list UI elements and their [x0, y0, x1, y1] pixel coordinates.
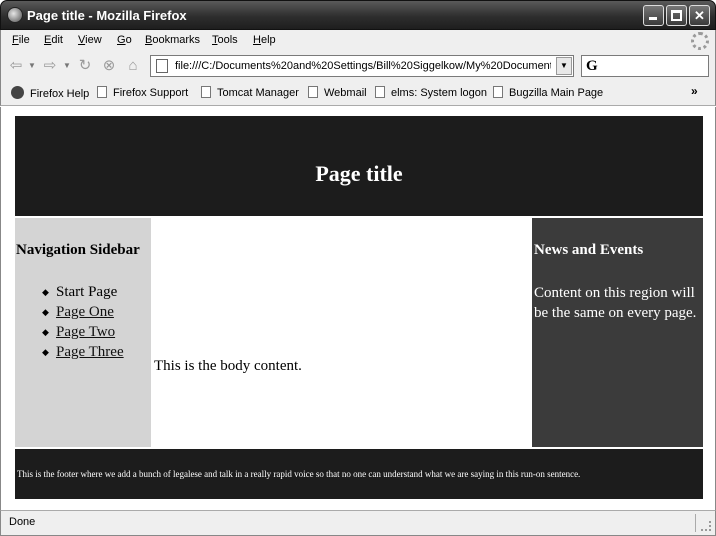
nav-item-label[interactable]: Page One — [56, 304, 114, 320]
navigation-toolbar: ⇦ ▼ ⇨ ▼ ↻ ⊗ ⌂ file:///C:/Documents%20and… — [0, 52, 716, 80]
menu-accel: G — [117, 34, 126, 46]
news-text: Content on this region will be the same … — [534, 285, 697, 321]
bookmark-elms-system-logon[interactable]: elms: System logon — [375, 86, 487, 99]
bookmark-label: Firefox Help — [30, 88, 90, 100]
back-button[interactable]: ⇦ — [7, 57, 25, 75]
bookmark-bugzilla-main-page[interactable]: Bugzilla Main Page — [493, 86, 603, 99]
bookmark-label: Firefox Support — [113, 87, 189, 99]
close-icon: ✕ — [694, 8, 705, 23]
firefox-icon — [7, 7, 23, 23]
page-icon — [375, 86, 385, 98]
nav-list: Start Page Page One Page Two Page Three — [42, 282, 124, 362]
page-icon — [308, 86, 318, 98]
page-icon — [97, 86, 107, 98]
bookmark-label: Tomcat Manager — [217, 87, 299, 99]
bookmark-label: Bugzilla Main Page — [509, 87, 604, 99]
maximize-icon — [671, 10, 682, 21]
menu-edit[interactable]: Edit — [44, 34, 63, 46]
menu-go[interactable]: Go — [117, 34, 132, 46]
bookmark-firefox-help[interactable]: Firefox Help — [11, 86, 89, 100]
back-history-dropdown[interactable]: ▼ — [28, 61, 36, 70]
bookmark-label: Webmail — [324, 87, 367, 99]
main-content: This is the body content. — [151, 218, 532, 447]
nav-item-label[interactable]: Page Two — [56, 324, 115, 340]
body-text: This is the body content. — [154, 358, 302, 374]
page-viewport[interactable]: Page title Navigation Sidebar Start Page… — [0, 107, 716, 510]
menu-label: ile — [18, 34, 30, 46]
throbber-icon — [691, 32, 709, 50]
close-button[interactable]: ✕ — [689, 5, 710, 26]
nav-item-label: Start Page — [56, 284, 118, 300]
bookmark-label: elms: System logon — [391, 87, 487, 99]
news-sidebar: News and Events Content on this region w… — [532, 218, 703, 447]
menu-tools[interactable]: Tools — [212, 34, 238, 46]
home-icon: ⌂ — [128, 57, 138, 74]
page-icon — [156, 59, 168, 73]
back-arrow-icon: ⇦ — [9, 57, 23, 74]
menu-label: o — [125, 34, 132, 46]
news-heading: News and Events — [534, 242, 644, 258]
nav-item-start-page: Start Page — [42, 282, 124, 302]
window-title: Page title - Mozilla Firefox — [27, 8, 187, 23]
menubar: File Edit View Go Bookmarks Tools Help — [0, 30, 716, 52]
resize-grip-icon[interactable] — [701, 521, 711, 531]
reload-button[interactable]: ↻ — [76, 57, 94, 75]
page-title: Page title — [315, 161, 403, 186]
nav-link-page-one[interactable]: Page One — [42, 302, 124, 322]
navigation-sidebar: Navigation Sidebar Start Page Page One P… — [15, 218, 151, 447]
menu-help[interactable]: Help — [253, 34, 276, 46]
bookmarks-overflow-button[interactable]: » — [691, 84, 698, 98]
page-header: Page title — [15, 116, 703, 216]
menu-label: iew — [85, 34, 102, 46]
nav-sidebar-heading: Navigation Sidebar — [16, 242, 140, 258]
forward-arrow-icon: ⇨ — [43, 57, 57, 74]
forward-history-dropdown[interactable]: ▼ — [63, 61, 71, 70]
chevron-down-icon: ▼ — [560, 61, 568, 70]
stop-icon: ⊗ — [102, 57, 116, 74]
nav-link-page-two[interactable]: Page Two — [42, 322, 124, 342]
address-url[interactable]: file:///C:/Documents%20and%20Settings/Bi… — [175, 60, 551, 72]
help-icon — [11, 86, 24, 99]
maximize-button[interactable] — [666, 5, 687, 26]
page-icon — [201, 86, 211, 98]
nav-item-label[interactable]: Page Three — [56, 344, 124, 360]
home-button[interactable]: ⌂ — [124, 57, 142, 75]
bookmarks-toolbar: Firefox Help Firefox Support Tomcat Mana… — [0, 80, 716, 106]
statusbar-divider — [695, 514, 696, 532]
forward-button[interactable]: ⇨ — [41, 57, 59, 75]
menu-accel: F — [12, 34, 19, 46]
status-text: Done — [9, 516, 36, 528]
address-bar[interactable]: file:///C:/Documents%20and%20Settings/Bi… — [150, 55, 574, 77]
bookmark-firefox-support[interactable]: Firefox Support — [97, 86, 188, 99]
minimize-button[interactable] — [643, 5, 664, 26]
address-dropdown-button[interactable]: ▼ — [556, 57, 572, 75]
bookmark-tomcat-manager[interactable]: Tomcat Manager — [201, 86, 299, 99]
statusbar: Done — [0, 510, 716, 536]
nav-link-page-three[interactable]: Page Three — [42, 342, 124, 362]
footer-text: This is the footer where we add a bunch … — [17, 469, 581, 479]
page-footer: This is the footer where we add a bunch … — [15, 449, 703, 499]
minimize-icon — [649, 17, 657, 20]
menu-accel: H — [253, 34, 261, 46]
window-titlebar[interactable]: Page title - Mozilla Firefox ✕ — [0, 0, 716, 30]
menu-label: dit — [51, 34, 63, 46]
menu-label: ools — [217, 34, 238, 46]
reload-icon: ↻ — [78, 57, 92, 74]
menu-bookmarks[interactable]: Bookmarks — [145, 34, 200, 46]
stop-button[interactable]: ⊗ — [100, 57, 118, 75]
page-icon — [493, 86, 503, 98]
menu-label: ookmarks — [152, 34, 201, 46]
bookmark-webmail[interactable]: Webmail — [308, 86, 367, 99]
menu-file[interactable]: File — [12, 34, 30, 46]
search-input[interactable]: G — [581, 55, 709, 77]
menu-view[interactable]: View — [78, 34, 102, 46]
menu-label: elp — [260, 34, 276, 46]
google-search-engine-icon[interactable]: G — [586, 58, 598, 75]
